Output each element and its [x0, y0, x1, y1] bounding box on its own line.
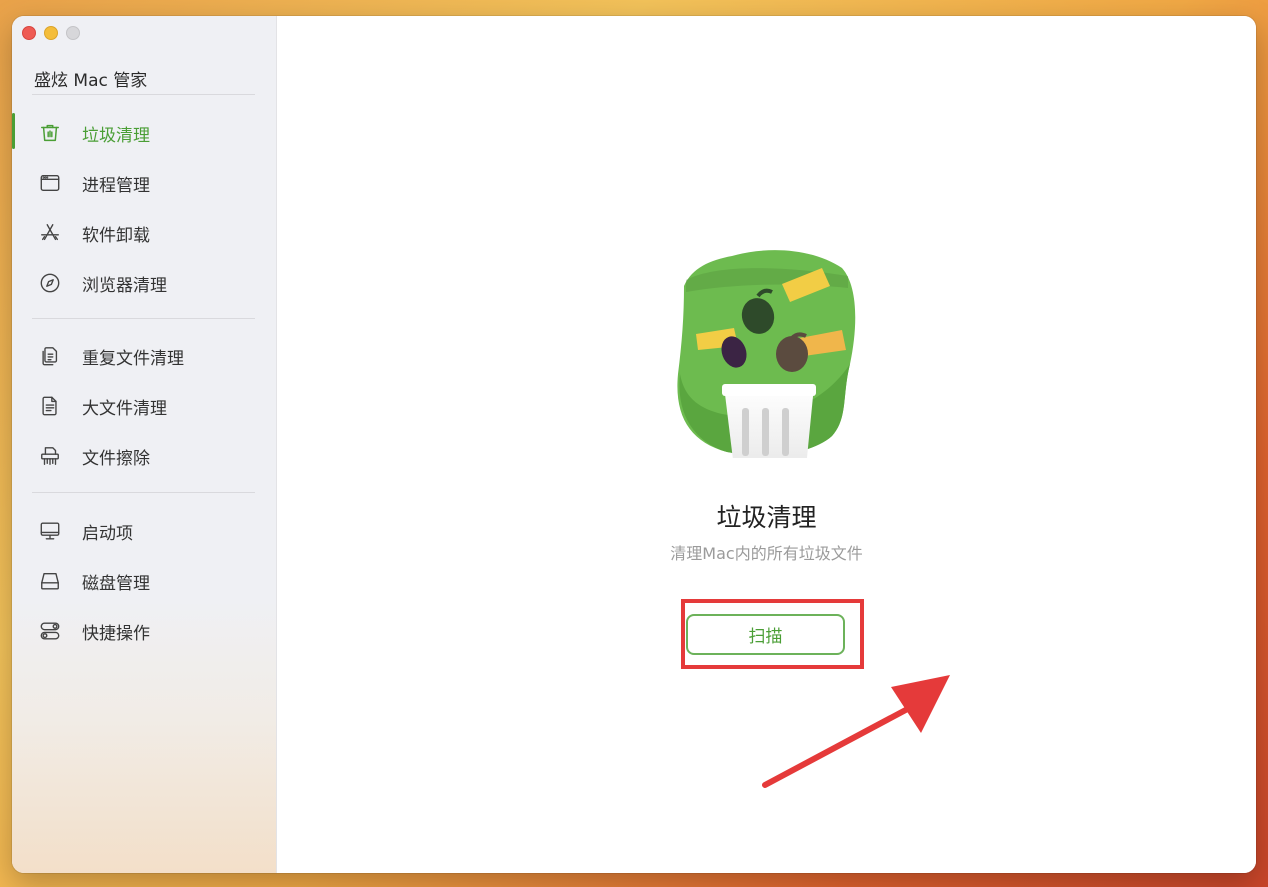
sidebar-item-duplicate-files[interactable]: 重复文件清理	[12, 336, 276, 376]
sidebar-item-label: 启动项	[82, 523, 133, 544]
shredder-icon	[38, 444, 62, 468]
app-title: 盛炫 Mac 管家	[34, 71, 148, 91]
sidebar-item-process-manager[interactable]: 进程管理	[12, 163, 276, 203]
sidebar-item-label: 垃圾清理	[82, 125, 150, 146]
sidebar-item-quick-actions[interactable]: 快捷操作	[12, 611, 276, 651]
window-icon	[38, 171, 62, 195]
toggles-icon	[38, 619, 62, 643]
main-content: 垃圾清理 清理Mac内的所有垃圾文件 扫描	[277, 16, 1256, 873]
sidebar-item-label: 快捷操作	[82, 623, 150, 644]
sidebar-item-disk-manager[interactable]: 磁盘管理	[12, 561, 276, 601]
sidebar-item-label: 大文件清理	[82, 398, 167, 419]
page-title: 垃圾清理	[716, 503, 817, 532]
monitor-icon	[38, 519, 62, 543]
sidebar-item-label: 磁盘管理	[82, 573, 150, 594]
sidebar-divider	[32, 94, 255, 95]
sidebar-item-label: 进程管理	[82, 175, 150, 196]
sidebar-item-label: 软件卸载	[82, 225, 150, 246]
trash-can-illustration	[677, 250, 856, 458]
duplicate-files-icon	[38, 344, 62, 368]
sidebar-item-junk-clean[interactable]: 垃圾清理	[12, 113, 276, 153]
sidebar-divider	[32, 492, 255, 493]
sidebar: 盛炫 Mac 管家 垃圾清理 进程管理 软件卸载 浏览器清理 重复文件清理 大文…	[12, 16, 277, 873]
zoom-window-button[interactable]	[66, 26, 80, 40]
app-window: 盛炫 Mac 管家 垃圾清理 进程管理 软件卸载 浏览器清理 重复文件清理 大文…	[12, 16, 1256, 873]
page-subtitle: 清理Mac内的所有垃圾文件	[670, 544, 863, 563]
document-icon	[38, 394, 62, 418]
sidebar-item-file-shredder[interactable]: 文件擦除	[12, 436, 276, 476]
compass-icon	[38, 271, 62, 295]
trash-icon	[38, 121, 62, 145]
close-window-button[interactable]	[22, 26, 36, 40]
scan-button[interactable]: 扫描	[686, 614, 845, 655]
disk-icon	[38, 569, 62, 593]
sidebar-item-app-uninstall[interactable]: 软件卸载	[12, 213, 276, 253]
sidebar-divider	[32, 318, 255, 319]
app-store-icon	[38, 221, 62, 245]
sidebar-item-startup-items[interactable]: 启动项	[12, 511, 276, 551]
sidebar-item-browser-clean[interactable]: 浏览器清理	[12, 263, 276, 303]
minimize-window-button[interactable]	[44, 26, 58, 40]
sidebar-item-large-files[interactable]: 大文件清理	[12, 386, 276, 426]
sidebar-item-label: 文件擦除	[82, 448, 150, 469]
sidebar-item-label: 重复文件清理	[82, 348, 184, 369]
annotation-arrow	[762, 675, 950, 788]
window-controls	[22, 26, 80, 40]
sidebar-item-label: 浏览器清理	[82, 275, 167, 296]
